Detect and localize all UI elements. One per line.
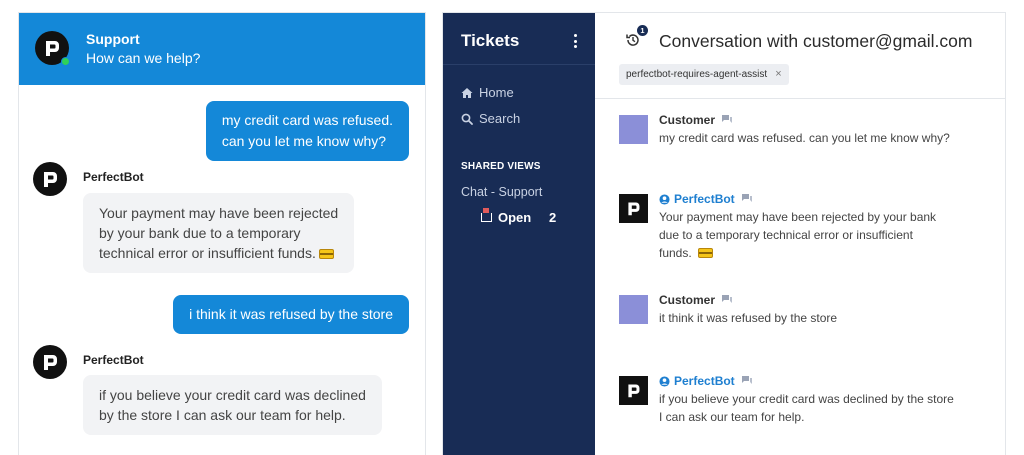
perfectbot-avatar-icon [619, 194, 648, 223]
conversation-title: Conversation with customer@gmail.com [659, 31, 973, 51]
author-name: Customer [659, 113, 716, 127]
view-item-label: Open [498, 210, 532, 225]
home-icon [461, 87, 473, 98]
sidebar-title: Tickets [461, 31, 520, 50]
view-item-open[interactable]: Open [481, 208, 532, 225]
support-avatar [35, 31, 71, 67]
message-text: if you believe your credit card was decl… [659, 392, 954, 424]
chat-bubble-icon [722, 115, 733, 123]
customer-avatar [619, 115, 648, 144]
message-author: Customer [659, 113, 733, 127]
bot-message-bubble: if you believe your credit card was decl… [83, 375, 382, 435]
user-message-bubble: my credit card was refused. can you let … [205, 101, 409, 161]
conversation-tag: perfectbot-requires-agent-assist × [619, 64, 789, 85]
credit-card-icon [698, 248, 714, 258]
customer-avatar [619, 295, 648, 324]
message-author: PerfectBot [659, 374, 753, 388]
user-message-bubble: i think it was refused by the store [173, 295, 409, 334]
tag-label: perfectbot-requires-agent-assist [626, 69, 768, 80]
perfectbot-avatar-icon [619, 376, 648, 405]
sidebar-divider [443, 64, 595, 65]
chat-bubble-icon [741, 376, 752, 384]
bot-message-row: PerfectBot [33, 345, 144, 379]
search-icon [461, 113, 473, 125]
chat-header: Support How can we help? [19, 13, 425, 85]
message-text: my credit card was refused. can you let … [659, 131, 950, 145]
ticket-app: Tickets Home Search SHARED VIEWS Chat - … [442, 12, 1006, 455]
widget-title: Support [86, 31, 140, 47]
message-item: PerfectBot if you believe your credit ca… [619, 374, 954, 424]
user-circle-icon [659, 193, 670, 205]
author-name: PerfectBot [674, 192, 735, 206]
perfectbot-avatar-icon [33, 162, 67, 196]
chat-bubble-icon [741, 194, 752, 202]
tickets-sidebar: Tickets Home Search SHARED VIEWS Chat - … [443, 13, 595, 455]
widget-subtitle: How can we help? [86, 50, 201, 66]
chat-bubble-icon [722, 295, 733, 303]
perfectbot-avatar-icon [33, 345, 67, 379]
message-text: it think it was refused by the store [659, 311, 838, 325]
author-name: Customer [659, 293, 716, 307]
conversation-header: 1 Conversation with customer@gmail.com p… [595, 13, 1005, 99]
chat-widget: Support How can we help? my credit card … [18, 12, 426, 455]
bot-message-bubble: Your payment may have been rejected by y… [83, 193, 355, 273]
message-author: Customer [659, 293, 733, 307]
sidebar-item-label: Home [479, 85, 514, 100]
screen: Support How can we help? my credit card … [0, 0, 1024, 455]
message-author: PerfectBot [659, 192, 753, 206]
author-name: PerfectBot [674, 374, 735, 388]
shared-views-heading: SHARED VIEWS [461, 161, 541, 172]
credit-card-icon [318, 249, 334, 259]
conversation-panel: 1 Conversation with customer@gmail.com p… [595, 13, 1005, 455]
message-item: Customer it think it was refused by the … [619, 293, 837, 325]
more-options-icon[interactable] [573, 34, 577, 48]
view-group-chat-support[interactable]: Chat - Support [461, 185, 542, 199]
sidebar-item-home[interactable]: Home [461, 85, 514, 100]
bot-message-text: Your payment may have been rejected by y… [99, 205, 339, 261]
message-item: Customer my credit card was refused. can… [619, 113, 950, 145]
user-circle-icon [659, 375, 670, 387]
history-count-badge: 1 [637, 25, 648, 36]
online-status-icon [61, 57, 70, 66]
view-item-count: 2 [549, 210, 557, 225]
inbox-icon [481, 208, 492, 222]
bot-message-row: PerfectBot [33, 162, 144, 196]
sidebar-item-search[interactable]: Search [461, 111, 520, 126]
sidebar-item-label: Search [479, 111, 521, 126]
tag-remove-icon[interactable]: × [775, 64, 781, 85]
message-text: Your payment may have been rejected by y… [659, 208, 979, 262]
bot-name: PerfectBot [83, 170, 144, 184]
message-item: PerfectBot Your payment may have been re… [619, 192, 936, 260]
bot-name: PerfectBot [83, 353, 144, 367]
